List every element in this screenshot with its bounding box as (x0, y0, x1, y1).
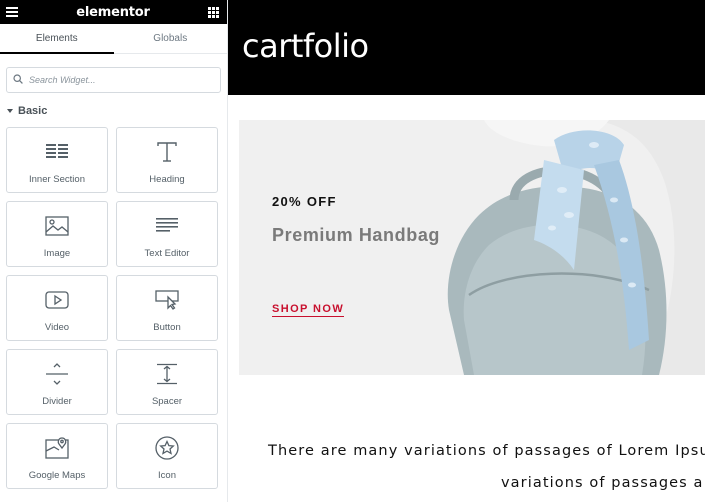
spacer-icon (154, 362, 180, 386)
widget-image[interactable]: Image (6, 201, 108, 267)
tab-elements[interactable]: Elements (0, 24, 114, 54)
widget-label: Text Editor (144, 248, 190, 259)
shop-now-link[interactable]: SHOP NOW (272, 303, 345, 317)
button-icon (154, 288, 180, 312)
widget-inner-section[interactable]: Inner Section (6, 127, 108, 193)
widget-label: Spacer (151, 396, 183, 407)
product-title: Premium Handbag (272, 225, 441, 245)
widget-grid: Inner Section Heading Image Text Editor … (6, 127, 227, 489)
elementor-panel: elementor Elements Globals Basic (0, 0, 228, 502)
panel-header: elementor (0, 0, 227, 24)
divider-icon (44, 362, 70, 386)
widgets-grid-icon[interactable] (208, 6, 219, 18)
widget-video[interactable]: Video (6, 275, 108, 341)
handbag-image (447, 120, 705, 375)
widget-label: Google Maps (28, 470, 86, 481)
widget-label: Video (44, 322, 70, 333)
google-maps-icon (44, 436, 70, 460)
heading-icon (154, 140, 180, 164)
elementor-logo: elementor (76, 4, 150, 20)
widget-label: Heading (149, 174, 185, 185)
offer-text: 20% OFF (272, 194, 337, 209)
body-text-line-1: There are many variations of passages of… (268, 443, 705, 459)
site-header: cartfolio (228, 0, 705, 95)
star-icon (154, 436, 180, 460)
widget-button[interactable]: Button (116, 275, 218, 341)
widget-spacer[interactable]: Spacer (116, 349, 218, 415)
widget-label: Button (153, 322, 181, 333)
widget-text-editor[interactable]: Text Editor (116, 201, 218, 267)
promo-banner[interactable]: 20% OFF Premium Handbag SHOP NOW (239, 120, 705, 375)
widget-heading[interactable]: Heading (116, 127, 218, 193)
video-icon (44, 288, 70, 312)
caret-down-icon (7, 109, 13, 113)
panel-tabs: Elements Globals (0, 24, 227, 54)
widget-label: Image (43, 248, 71, 259)
tab-globals[interactable]: Globals (114, 24, 228, 53)
search-icon (13, 71, 23, 89)
image-icon (44, 214, 70, 238)
site-logo[interactable]: cartfolio (242, 30, 369, 62)
search-box (6, 67, 221, 93)
widget-google-maps[interactable]: Google Maps (6, 423, 108, 489)
category-basic[interactable]: Basic (7, 105, 227, 117)
widget-label: Inner Section (29, 174, 85, 185)
widget-label: Divider (42, 396, 72, 407)
search-widget-input[interactable] (29, 75, 199, 85)
category-label: Basic (18, 105, 48, 117)
page-preview: cartfolio 20% OFF Premium Handbag SHOP N… (228, 0, 705, 502)
widget-divider[interactable]: Divider (6, 349, 108, 415)
text-editor-icon (154, 214, 180, 238)
widget-label: Icon (158, 470, 176, 481)
menu-icon[interactable] (6, 7, 18, 17)
inner-section-icon (44, 140, 70, 164)
body-text-line-2: variations of passages a (501, 475, 704, 491)
widget-icon[interactable]: Icon (116, 423, 218, 489)
